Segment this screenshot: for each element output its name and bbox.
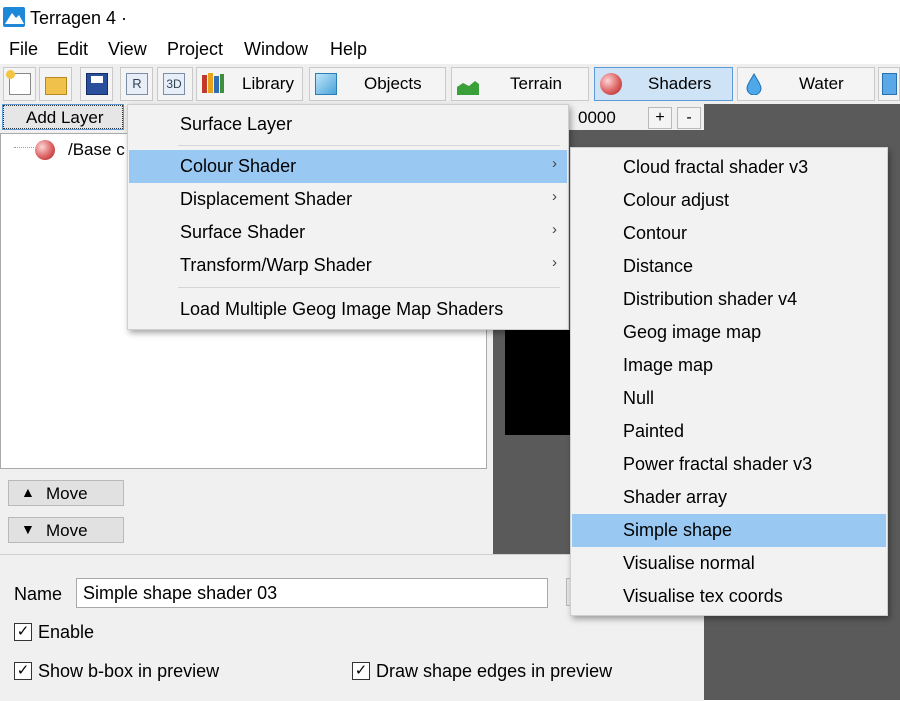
menu-item-distance[interactable]: Distance [572, 250, 886, 283]
menu-item-surface-shader[interactable]: Surface Shader › [129, 216, 567, 249]
show-bbox-checkbox[interactable]: ✓ [14, 662, 32, 680]
save-disk-icon [86, 73, 108, 95]
objects-button[interactable]: Objects [309, 67, 446, 101]
shader-sphere-icon [35, 140, 55, 160]
atmosphere-button[interactable] [878, 67, 900, 101]
3d-preview-button[interactable]: 3D [157, 67, 193, 101]
open-folder-icon [45, 77, 67, 95]
add-layer-label: Add Layer [26, 108, 104, 127]
tree-connector [14, 147, 34, 148]
move-up-button[interactable]: ▲ Move [8, 480, 124, 506]
tree-item-base[interactable]: /Base c [68, 140, 125, 160]
arrow-down-icon: ▼ [21, 521, 35, 537]
render-button[interactable]: R [120, 67, 153, 101]
menu-item-colour-shader[interactable]: Colour Shader › [129, 150, 567, 183]
new-file-icon [6, 70, 31, 95]
submenu-arrow-icon: › [552, 188, 557, 205]
menu-item-null[interactable]: Null [572, 382, 886, 415]
menu-item-image-map[interactable]: Image map [572, 349, 886, 382]
menu-separator [178, 287, 560, 288]
toolbar: R 3D Library Objects Terrain Shaders Wat… [0, 64, 900, 105]
colour-shader-submenu: Cloud fractal shader v3 Colour adjust Co… [570, 147, 888, 616]
arrow-up-icon: ▲ [21, 484, 35, 500]
menu-item-load-geog-image-maps[interactable]: Load Multiple Geog Image Map Shaders [129, 293, 567, 326]
add-layer-button[interactable]: Add Layer [2, 104, 124, 130]
library-books-icon [202, 73, 224, 95]
shaders-label: Shaders [648, 74, 712, 93]
3d-view-icon: 3D [163, 73, 185, 95]
show-bbox-label: Show b-box in preview [38, 661, 220, 681]
menu-item-geog-image-map[interactable]: Geog image map [572, 316, 886, 349]
menu-item-simple-shape[interactable]: Simple shape [572, 514, 886, 547]
objects-label: Objects [364, 74, 422, 93]
zoom-out-button[interactable]: - [677, 107, 701, 129]
menu-item-surface-layer[interactable]: Surface Layer [129, 108, 567, 141]
menu-item-cloud-fractal-shader-v3[interactable]: Cloud fractal shader v3 [572, 151, 886, 184]
zoom-value: 0000 [578, 108, 616, 127]
zoom-in-button[interactable]: + [648, 107, 672, 129]
menu-separator [178, 145, 560, 146]
open-project-button[interactable] [39, 67, 72, 101]
submenu-arrow-icon: › [552, 221, 557, 238]
shaders-button[interactable]: Shaders [594, 67, 733, 101]
save-project-button[interactable] [80, 67, 113, 101]
menu-bar: File Edit View Project Window Help [0, 36, 900, 64]
menu-file[interactable]: File [9, 39, 38, 60]
library-button[interactable]: Library [196, 67, 303, 101]
window-title: Terragen 4 · [30, 8, 128, 28]
shader-sphere-icon [600, 73, 622, 95]
name-label: Name [14, 584, 63, 604]
water-label: Water [799, 74, 844, 93]
water-button[interactable]: Water [737, 67, 875, 101]
terrain-label: Terrain [510, 74, 562, 93]
sky-icon [882, 73, 897, 95]
draw-edges-checkbox[interactable]: ✓ [352, 662, 370, 680]
menu-item-visualise-tex-coords[interactable]: Visualise tex coords [572, 580, 886, 613]
add-layer-menu: Surface Layer Colour Shader › Displaceme… [127, 104, 569, 330]
menu-item-displacement-shader[interactable]: Displacement Shader › [129, 183, 567, 216]
cube-icon [315, 73, 337, 95]
terrain-icon [457, 73, 479, 95]
draw-edges-label: Draw shape edges in preview [376, 661, 613, 681]
menu-item-power-fractal-shader-v3[interactable]: Power fractal shader v3 [572, 448, 886, 481]
menu-item-transform-warp-shader[interactable]: Transform/Warp Shader › [129, 249, 567, 282]
render-r-icon: R [126, 73, 148, 95]
terrain-button[interactable]: Terrain [451, 67, 589, 101]
enable-label: Enable [38, 622, 95, 642]
app-logo-icon [3, 7, 25, 27]
menu-item-painted[interactable]: Painted [572, 415, 886, 448]
title-bar [0, 0, 900, 36]
menu-view[interactable]: View [108, 39, 147, 60]
menu-item-colour-adjust[interactable]: Colour adjust [572, 184, 886, 217]
menu-item-distribution-shader-v4[interactable]: Distribution shader v4 [572, 283, 886, 316]
water-drop-icon [743, 72, 765, 96]
new-project-button[interactable] [3, 67, 36, 101]
move-down-button[interactable]: ▼ Move [8, 517, 124, 543]
name-field[interactable] [76, 578, 548, 608]
enable-checkbox[interactable]: ✓ [14, 623, 32, 641]
menu-window[interactable]: Window [244, 39, 308, 60]
menu-item-contour[interactable]: Contour [572, 217, 886, 250]
menu-project[interactable]: Project [167, 39, 223, 60]
submenu-arrow-icon: › [552, 254, 557, 271]
menu-help[interactable]: Help [330, 39, 367, 60]
library-label: Library [242, 74, 294, 93]
preview-image [505, 330, 575, 435]
menu-item-shader-array[interactable]: Shader array [572, 481, 886, 514]
submenu-arrow-icon: › [552, 155, 557, 172]
menu-edit[interactable]: Edit [57, 39, 88, 60]
menu-item-visualise-normal[interactable]: Visualise normal [572, 547, 886, 580]
